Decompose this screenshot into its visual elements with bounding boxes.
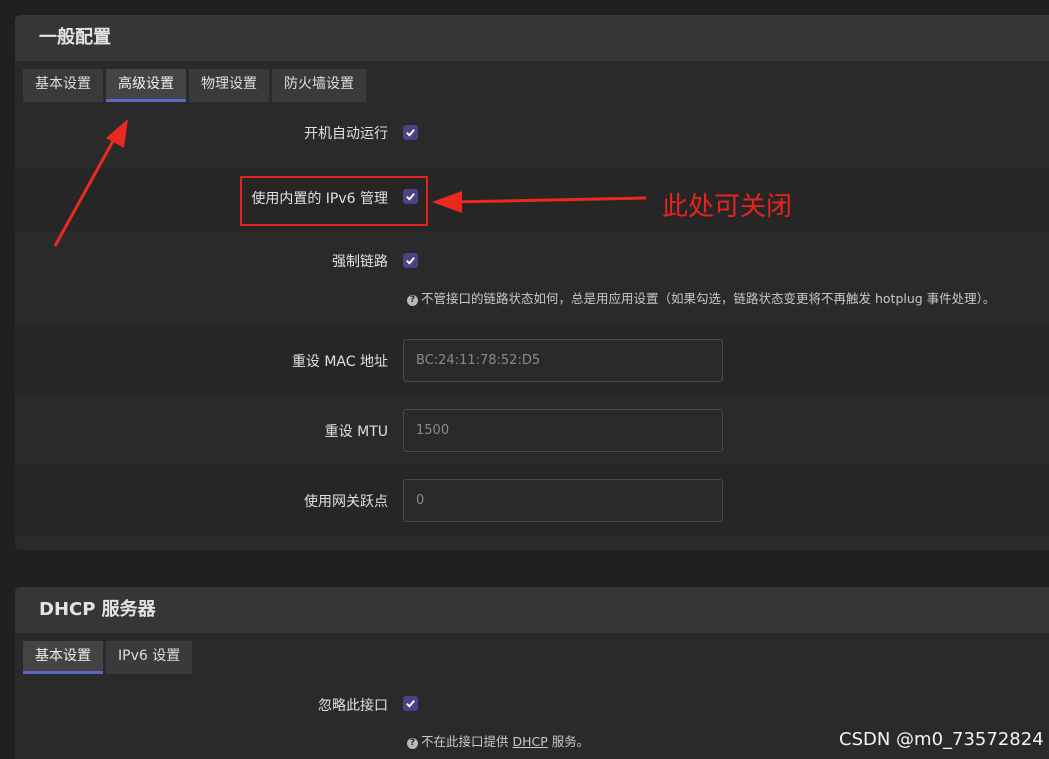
arrow-to-advanced-tab — [53, 119, 128, 247]
watermark: CSDN @m0_73572824 — [839, 729, 1044, 750]
annotation-text: 此处可关闭 — [662, 192, 793, 222]
annotation-arrows — [53, 119, 647, 247]
arrow-to-ipv6-checkbox — [432, 191, 647, 213]
